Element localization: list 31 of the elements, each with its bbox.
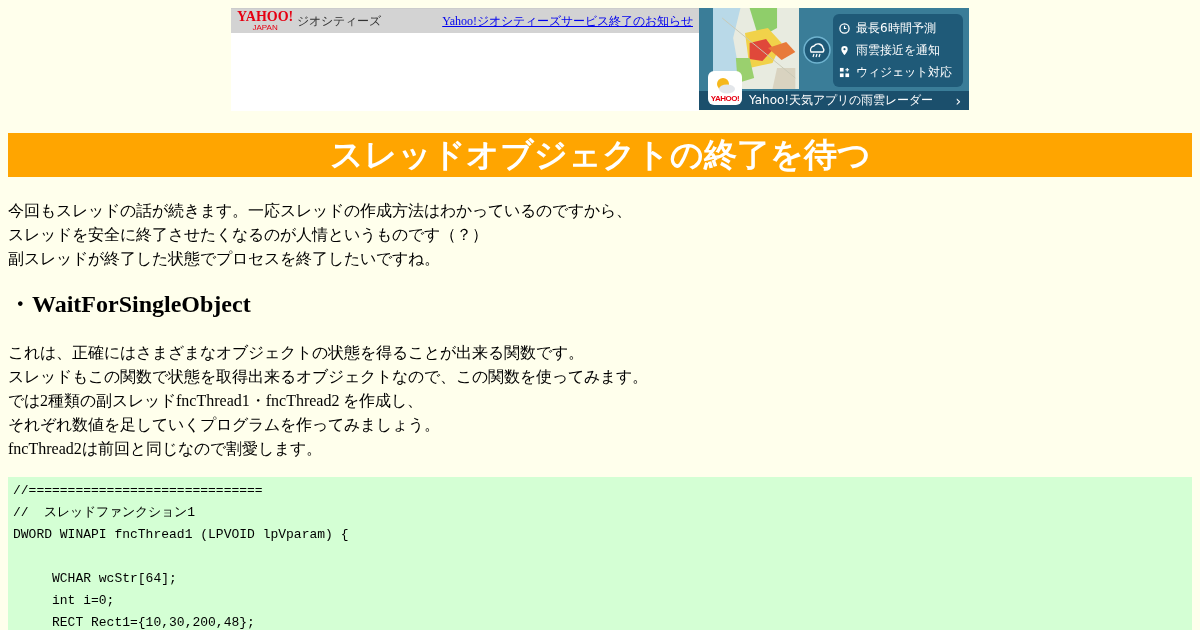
ad-caption: Yahoo!天気アプリの雨雲レーダー — [749, 92, 934, 109]
section-heading: ・WaitForSingleObject — [8, 290, 252, 319]
code-line: RECT Rect1={10,30,200,48}; — [51, 614, 256, 630]
location-pin-icon — [839, 45, 850, 56]
app-badge-text: YAHOO! — [710, 94, 740, 103]
chevron-icon: › — [955, 92, 961, 109]
paragraph-line: 副スレッドが終了した状態でプロセスを終了したいですね。 — [8, 249, 441, 269]
sun-cloud-icon — [714, 76, 736, 94]
widget-icon — [839, 67, 850, 79]
feature-text: 最長6時間予測 — [856, 19, 936, 37]
code-line: DWORD WINAPI fncThread1 (LPVOID lpVparam) { — [13, 526, 350, 544]
code-line: WCHAR wcStr[64]; — [51, 570, 178, 588]
paragraph-line: それぞれ数値を足していくプログラムを作ってみましょう。 — [8, 415, 441, 435]
clock-icon — [839, 22, 850, 34]
rain-cloud-icon — [803, 35, 831, 64]
yahoo-logo: YAHOO! — [237, 10, 294, 24]
notice-link[interactable]: Yahoo!ジオシティーズサービス終了のお知らせ — [442, 12, 693, 30]
paragraph-line: スレッドもこの関数で状態を取得出来るオブジェクトなので、この関数を使ってみます。 — [8, 367, 649, 387]
paragraph-line: スレッドを安全に終了させたくなるのが人情というものです（？） — [8, 225, 489, 245]
paragraph-line: 今回もスレッドの話が続きます。一応スレッドの作成方法はわかっているのですから、 — [8, 201, 633, 221]
paragraph-line: では2種類の副スレッドfncThread1・fncThread2 を作成し、 — [8, 391, 425, 411]
page-title: スレッドオブジェクトの終了を待つ — [8, 133, 1192, 177]
service-name: ジオシティーズ — [297, 12, 382, 30]
paragraph-line: fncThread2は前回と同じなので割愛します。 — [8, 439, 323, 459]
logo-subtitle: JAPAN — [252, 24, 278, 32]
paragraph-line: これは、正確にはさまざまなオブジェクトの状態を得ることが出来る関数です。 — [8, 343, 585, 363]
code-line: // スレッドファンクション1 — [13, 504, 196, 522]
feature-text: 雨雲接近を通知 — [856, 42, 940, 59]
code-line: int i=0; — [51, 592, 116, 610]
feature-text: ウィジェット対応 — [856, 64, 952, 82]
code-line: //============================== — [13, 482, 264, 500]
